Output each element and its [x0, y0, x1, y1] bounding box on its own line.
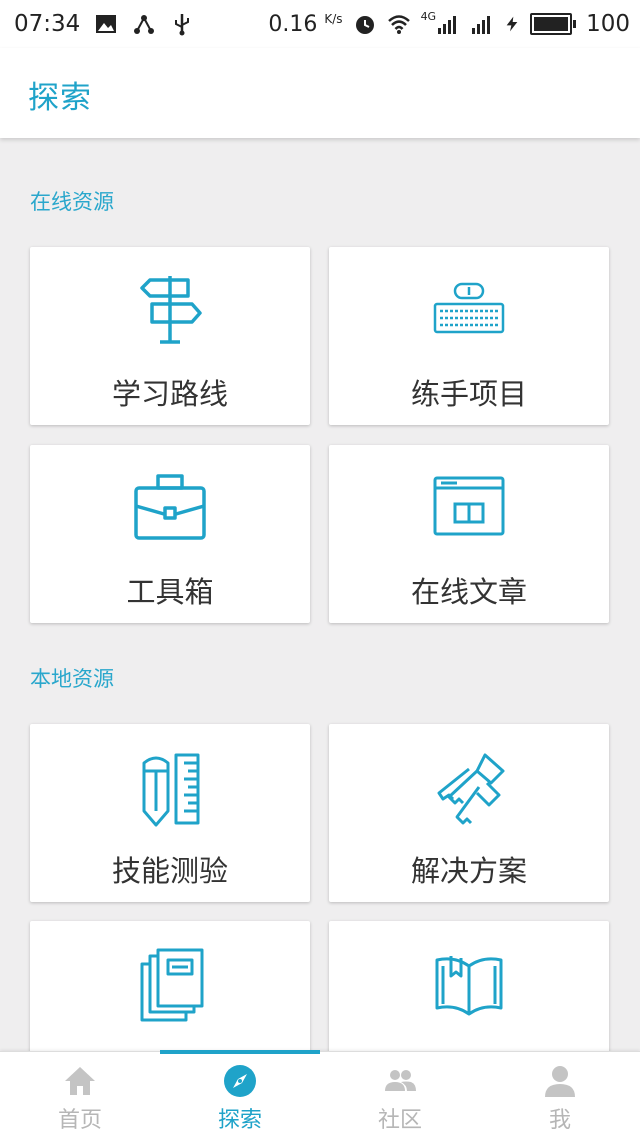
- web-article-icon: [433, 476, 505, 536]
- signal-icon: [438, 16, 457, 34]
- card-skill-test[interactable]: 技能测验: [30, 724, 310, 902]
- nav-explore[interactable]: 探索: [160, 1052, 320, 1138]
- community-icon: [385, 1070, 416, 1091]
- card-label: 学习路线: [111, 377, 228, 411]
- card-label: 解决方案: [410, 854, 527, 888]
- bottom-navigation: 首页 探索 社区 我: [0, 1050, 640, 1138]
- nav-label: 社区: [377, 1108, 422, 1133]
- card-online-articles[interactable]: 在线文章: [329, 445, 609, 623]
- pencil-ruler-icon: [142, 753, 200, 827]
- network-type: 4G: [420, 9, 437, 23]
- app-bar: 探索: [0, 48, 640, 138]
- signal-icon-2: [472, 16, 491, 34]
- battery-level: 100: [586, 11, 630, 37]
- compass-icon: [224, 1065, 256, 1097]
- card-learning-path[interactable]: 学习路线: [30, 247, 310, 425]
- card-label: 技能测验: [111, 854, 228, 888]
- card-label: 工具箱: [126, 575, 214, 609]
- share-icon: [134, 15, 155, 34]
- user-icon: [545, 1066, 575, 1097]
- page-title: 探索: [28, 80, 92, 116]
- usb-icon: [175, 14, 190, 36]
- card-label: 练手项目: [410, 377, 527, 411]
- network-speed: 0.16 K/s: [268, 11, 343, 37]
- keys-icon: [437, 753, 505, 825]
- card-practice-projects[interactable]: 练手项目: [329, 247, 609, 425]
- nav-label: 首页: [57, 1108, 102, 1133]
- status-bar: 07:34 0.16 K/s 4G 100: [0, 0, 640, 48]
- card-label: 在线文章: [410, 575, 527, 609]
- card-solutions[interactable]: 解决方案: [329, 724, 609, 902]
- toolbox-icon: [134, 474, 206, 540]
- status-time: 07:34: [14, 11, 81, 37]
- books-icon: [140, 948, 204, 1022]
- charging-icon: [506, 16, 518, 32]
- nav-home[interactable]: 首页: [0, 1052, 160, 1138]
- home-icon: [65, 1067, 95, 1095]
- alarm-icon: [355, 16, 374, 34]
- battery-icon: [530, 13, 577, 35]
- section-title-local: 本地资源: [30, 667, 114, 691]
- image-icon: [96, 15, 117, 33]
- nav-me[interactable]: 我: [480, 1052, 640, 1138]
- keyboard-icon: [433, 282, 505, 334]
- section-title-online: 在线资源: [30, 190, 114, 214]
- card-toolbox[interactable]: 工具箱: [30, 445, 310, 623]
- wifi-icon: [387, 15, 410, 34]
- nav-label: 探索: [217, 1108, 262, 1133]
- open-book-icon: [435, 956, 503, 1016]
- nav-community[interactable]: 社区: [320, 1052, 480, 1138]
- signpost-icon: [140, 276, 202, 344]
- nav-label: 我: [548, 1108, 571, 1133]
